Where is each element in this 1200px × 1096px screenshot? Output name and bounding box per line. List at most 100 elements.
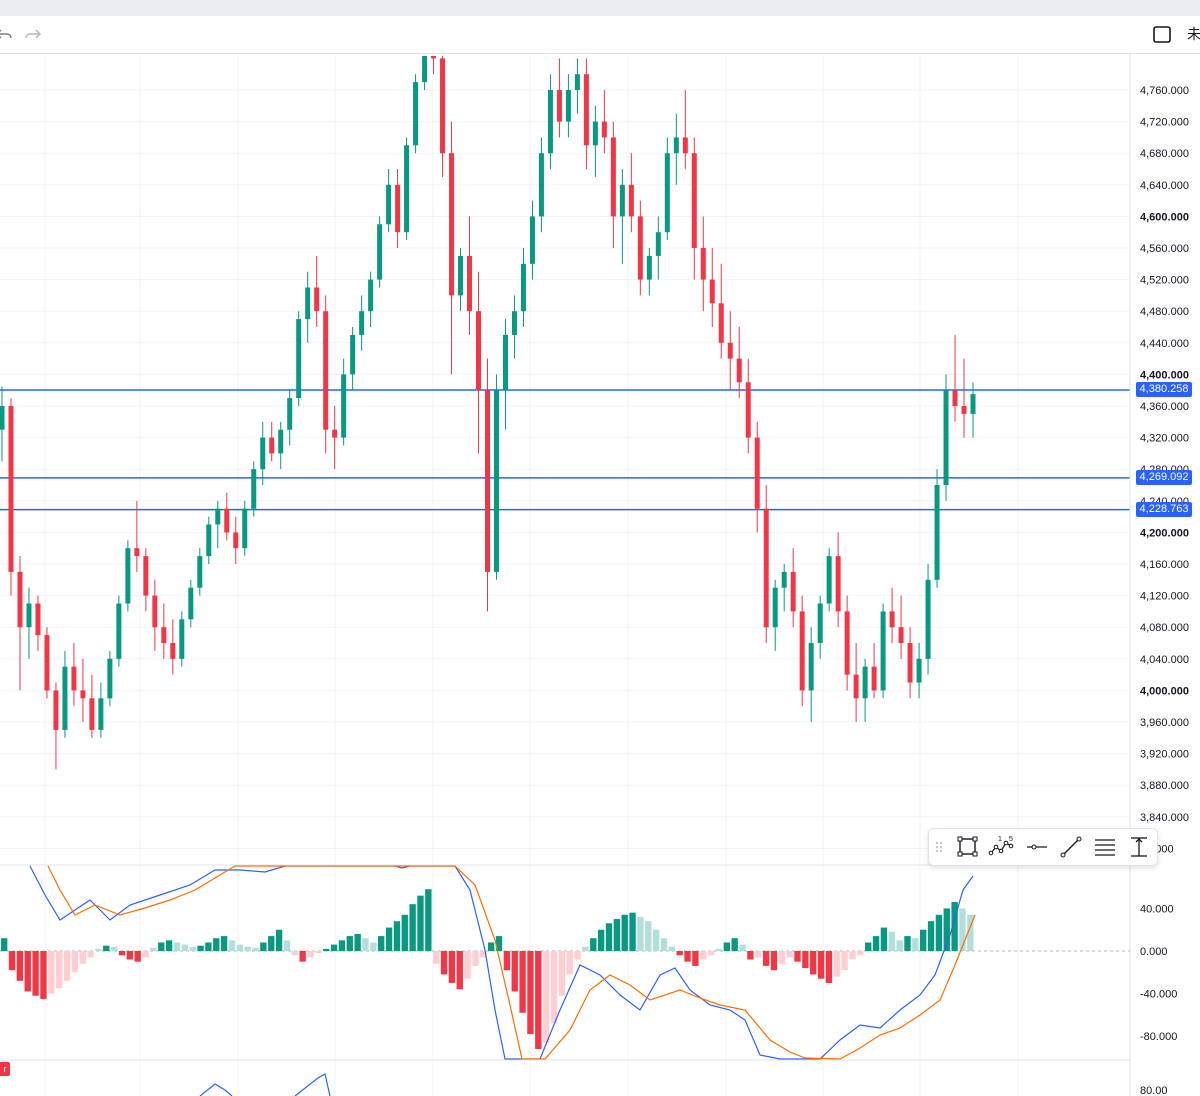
- candle: [323, 295, 329, 454]
- macd-bar: [794, 951, 801, 962]
- candle-body: [925, 579, 931, 659]
- candle: [53, 682, 59, 770]
- candle: [332, 406, 338, 470]
- drag-handle-icon[interactable]: [933, 834, 945, 860]
- price-axis-tick: 4,760.000: [1140, 85, 1189, 97]
- candle: [395, 169, 401, 248]
- macd-bar: [220, 936, 228, 951]
- candle-body: [134, 548, 140, 557]
- date-price-range-tool-icon[interactable]: [1125, 834, 1153, 860]
- macd-bar: [118, 951, 126, 956]
- macd-bar: [448, 951, 456, 983]
- candle: [80, 658, 86, 722]
- trend-line-tool-icon[interactable]: [1057, 834, 1085, 860]
- macd-bar: [205, 942, 212, 951]
- candle-body: [44, 635, 50, 691]
- macd-bar: [370, 942, 377, 951]
- candle: [529, 200, 535, 280]
- macd-bar: [503, 951, 511, 971]
- candle-body: [817, 603, 823, 643]
- candle: [538, 137, 544, 233]
- macd-bar: [197, 945, 204, 951]
- price-axis-tick: 4,080.000: [1140, 622, 1189, 634]
- macd-bar: [385, 927, 393, 951]
- candle-body: [691, 153, 697, 248]
- horizontal-ray-tool-icon[interactable]: [1023, 834, 1051, 860]
- macd-bar: [71, 951, 79, 973]
- candle-body: [8, 406, 14, 572]
- macd-bar: [519, 951, 526, 1013]
- candle: [493, 374, 499, 580]
- candle-body: [511, 311, 517, 335]
- price-axis-tick: 4,680.000: [1140, 148, 1189, 160]
- price-axis-tick: 3,920.000: [1140, 749, 1189, 761]
- macd-bar: [959, 908, 966, 951]
- candle: [143, 548, 149, 612]
- macd-bar: [323, 948, 330, 951]
- candle: [26, 587, 32, 659]
- macd-bar: [770, 951, 778, 971]
- macd-bar: [700, 951, 707, 960]
- candle: [790, 548, 796, 628]
- candle-body: [574, 74, 580, 90]
- macd-bar: [723, 942, 730, 951]
- macd-bar: [574, 951, 581, 960]
- candle-body: [934, 485, 940, 580]
- candle-body: [26, 603, 32, 628]
- chart-canvas[interactable]: 4,760.000 4,720.000 4,680.000 4,640.000 4,60…: [0, 0, 1200, 1096]
- macd-bar: [637, 916, 644, 951]
- candle-body: [601, 121, 607, 138]
- candle-body: [251, 469, 257, 509]
- candle-body: [709, 279, 715, 304]
- price-tag: 4,228.763: [1136, 502, 1192, 518]
- drawing-toolbar: 15: [928, 828, 1158, 866]
- candle: [224, 492, 230, 541]
- candle: [44, 627, 50, 699]
- candle-body: [89, 698, 95, 730]
- candlestick-series: [0, 56, 976, 770]
- candle-body: [350, 334, 356, 375]
- macd-bar: [189, 946, 196, 951]
- price-axis-tick: 4,560.000: [1140, 243, 1189, 255]
- candle: [179, 611, 185, 667]
- macd-bar: [778, 951, 785, 964]
- path-tool-icon[interactable]: 15: [987, 834, 1015, 860]
- candle: [350, 327, 356, 391]
- macd-bar: [645, 921, 652, 951]
- macd-bar: [464, 951, 471, 979]
- candle: [368, 271, 374, 327]
- candle: [655, 216, 661, 280]
- macd-bar: [393, 921, 401, 951]
- rectangle-tool-icon[interactable]: [953, 834, 981, 860]
- macd-bar: [755, 951, 762, 958]
- candle-body: [215, 508, 221, 525]
- candle-body: [547, 90, 553, 154]
- candle: [619, 169, 625, 264]
- candle: [305, 271, 311, 343]
- candle-body: [395, 184, 401, 233]
- candle: [862, 658, 868, 722]
- candle-body: [871, 666, 877, 691]
- candle: [0, 386, 5, 462]
- candle-body: [35, 603, 41, 636]
- candle: [520, 248, 526, 327]
- macd-bar: [401, 914, 408, 951]
- price-axis-tick: 4,640.000: [1140, 180, 1189, 192]
- candle-body: [260, 437, 266, 470]
- candle-body: [98, 698, 104, 730]
- macd-bar: [181, 944, 189, 951]
- macd-bar: [605, 923, 613, 951]
- candle: [152, 579, 158, 651]
- macd-bar: [95, 948, 102, 951]
- macd-bar: [857, 951, 864, 956]
- fib-retracement-tool-icon[interactable]: [1091, 834, 1119, 860]
- price-axis-tick: 4,200.000: [1140, 527, 1189, 539]
- candle-body: [970, 394, 976, 414]
- macd-axis-tick: 40.000: [1140, 903, 1174, 915]
- candle-body: [844, 611, 850, 675]
- candle-body: [916, 658, 922, 683]
- candle: [476, 271, 482, 454]
- price-axis-tick: 4,600.000: [1140, 211, 1189, 223]
- candle-body: [781, 571, 787, 588]
- sub-indicator-tag: r: [0, 1062, 10, 1076]
